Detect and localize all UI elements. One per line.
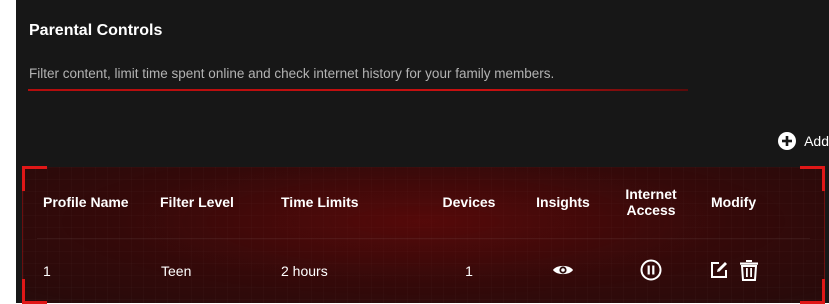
- header-insights: Insights: [536, 194, 590, 210]
- cell-profile-name: 1: [43, 263, 51, 279]
- trash-icon[interactable]: [739, 259, 759, 284]
- header-internet-access: Internet Access: [625, 186, 677, 218]
- pause-circle-icon[interactable]: [640, 259, 662, 284]
- table-row: 1 Teen 2 hours 1: [23, 242, 824, 300]
- profiles-table: Profile Name Filter Level Time Limits De…: [22, 166, 825, 304]
- header-modify: Modify: [711, 194, 757, 210]
- cell-internet-access: [611, 242, 691, 300]
- add-button-label: Add: [804, 133, 829, 149]
- cell-insights: [519, 242, 607, 300]
- cell-devices[interactable]: 1: [419, 242, 519, 300]
- plus-circle-icon: [778, 132, 797, 150]
- header-filter-level: Filter Level: [160, 194, 234, 210]
- table-header-row: Profile Name Filter Level Time Limits De…: [23, 167, 824, 237]
- header-profile-name: Profile Name: [43, 194, 129, 210]
- add-profile-button[interactable]: Add: [778, 132, 829, 150]
- edit-icon[interactable]: [709, 260, 729, 283]
- header-devices: Devices: [442, 194, 496, 210]
- header-time-limits: Time Limits: [281, 194, 359, 210]
- page-title: Parental Controls: [29, 22, 163, 39]
- cell-time-limits: 2 hours: [281, 263, 328, 279]
- divider: [28, 89, 688, 91]
- parental-controls-panel: Parental Controls Filter content, limit …: [16, 0, 829, 304]
- row-divider: [37, 238, 810, 239]
- eye-icon[interactable]: [552, 263, 574, 280]
- cell-modify: [709, 242, 779, 300]
- cell-filter-level: Teen: [161, 263, 192, 279]
- page-subtitle: Filter content, limit time spent online …: [29, 66, 555, 81]
